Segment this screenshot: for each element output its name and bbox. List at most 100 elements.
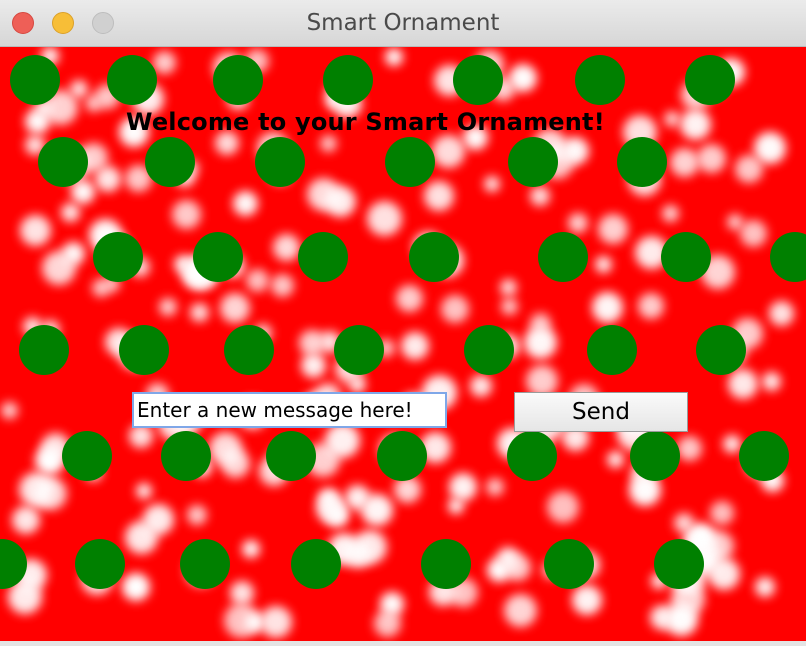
- green-dot: [224, 325, 274, 375]
- sparkle: [670, 148, 699, 177]
- sparkle: [174, 255, 192, 273]
- green-dot: [538, 232, 588, 282]
- green-dot: [213, 55, 263, 105]
- sparkle: [740, 220, 767, 247]
- green-dot: [145, 137, 195, 187]
- sparkle: [380, 592, 404, 616]
- green-dot: [544, 539, 594, 589]
- green-dot: [421, 539, 471, 589]
- green-dot: [617, 137, 667, 187]
- sparkle: [159, 298, 177, 316]
- sparkle: [677, 436, 702, 461]
- green-dot: [323, 55, 373, 105]
- sparkle: [501, 298, 518, 315]
- sparkle: [260, 606, 292, 638]
- green-dot: [255, 137, 305, 187]
- green-dot: [587, 325, 637, 375]
- sparkle: [697, 144, 726, 173]
- sparkle: [638, 293, 664, 319]
- sparkle: [1, 402, 18, 419]
- window-bottom-edge: [0, 641, 806, 646]
- sparkle: [441, 295, 469, 323]
- message-input[interactable]: [132, 392, 447, 428]
- sparkle: [530, 313, 551, 334]
- sparkle: [762, 372, 781, 391]
- green-dot: [62, 431, 112, 481]
- green-dot: [19, 325, 69, 375]
- sparkle: [301, 353, 326, 378]
- green-dot: [266, 431, 316, 481]
- sparkle: [385, 48, 403, 66]
- ornament-canvas: Welcome to your Smart Ornament! Send: [0, 47, 806, 641]
- sparkle: [224, 603, 259, 638]
- sparkle: [448, 498, 464, 514]
- welcome-heading: Welcome to your Smart Ornament!: [126, 108, 605, 136]
- sparkle: [769, 301, 794, 326]
- green-dot: [696, 325, 746, 375]
- sparkle: [92, 279, 110, 297]
- sparkle: [504, 554, 531, 581]
- sparkle: [504, 594, 537, 627]
- sparkle: [607, 451, 624, 468]
- sparkle: [664, 111, 680, 127]
- sparkle: [595, 256, 612, 273]
- green-dot: [661, 232, 711, 282]
- sparkle: [470, 375, 492, 397]
- sparkle: [598, 214, 628, 244]
- sparkle: [320, 135, 337, 152]
- green-dot: [193, 232, 243, 282]
- sparkle: [242, 540, 260, 558]
- green-dot: [385, 137, 435, 187]
- send-button[interactable]: Send: [514, 392, 688, 432]
- sparkle: [273, 234, 300, 261]
- green-dot: [107, 55, 157, 105]
- sparkle: [424, 181, 454, 211]
- sparkle: [349, 376, 366, 393]
- sparkle: [136, 483, 152, 499]
- sparkle: [650, 605, 675, 630]
- sparkle: [271, 274, 294, 297]
- sparkle: [230, 581, 254, 605]
- sparkle: [432, 135, 465, 168]
- sparkle: [345, 485, 370, 510]
- sparkle: [61, 203, 80, 222]
- green-dot: [334, 325, 384, 375]
- sparkle: [728, 369, 758, 399]
- window-title: Smart Ornament: [306, 10, 500, 36]
- green-dot: [10, 55, 60, 105]
- sparkle: [35, 446, 64, 475]
- sparkle: [122, 573, 150, 601]
- sparkle: [12, 506, 40, 534]
- sparkle: [325, 423, 360, 458]
- green-dot: [453, 55, 503, 105]
- green-dot: [119, 325, 169, 375]
- sparkle: [34, 477, 67, 510]
- green-dot: [298, 232, 348, 282]
- sparkle: [754, 132, 786, 164]
- sparkle: [530, 186, 550, 206]
- green-dot: [464, 325, 514, 375]
- sparkle: [143, 504, 174, 535]
- sparkle: [326, 504, 349, 527]
- sparkle: [449, 473, 477, 501]
- green-dot: [180, 539, 230, 589]
- green-dot: [409, 232, 459, 282]
- sparkle: [299, 330, 325, 356]
- sparkle: [233, 191, 258, 216]
- sparkle: [220, 293, 250, 323]
- sparkle: [568, 213, 588, 233]
- green-dot: [38, 137, 88, 187]
- green-dot: [377, 431, 427, 481]
- green-dot: [75, 539, 125, 589]
- sparkle: [307, 178, 340, 211]
- sparkle: [187, 505, 207, 525]
- sparkle: [547, 491, 579, 523]
- green-dot: [739, 431, 789, 481]
- sparkle: [680, 109, 711, 140]
- sparkle: [592, 292, 623, 323]
- title-bar[interactable]: Smart Ornament: [0, 0, 806, 47]
- sparkle: [396, 285, 423, 312]
- sparkle: [246, 269, 269, 292]
- green-dot: [161, 431, 211, 481]
- green-dot: [770, 232, 806, 282]
